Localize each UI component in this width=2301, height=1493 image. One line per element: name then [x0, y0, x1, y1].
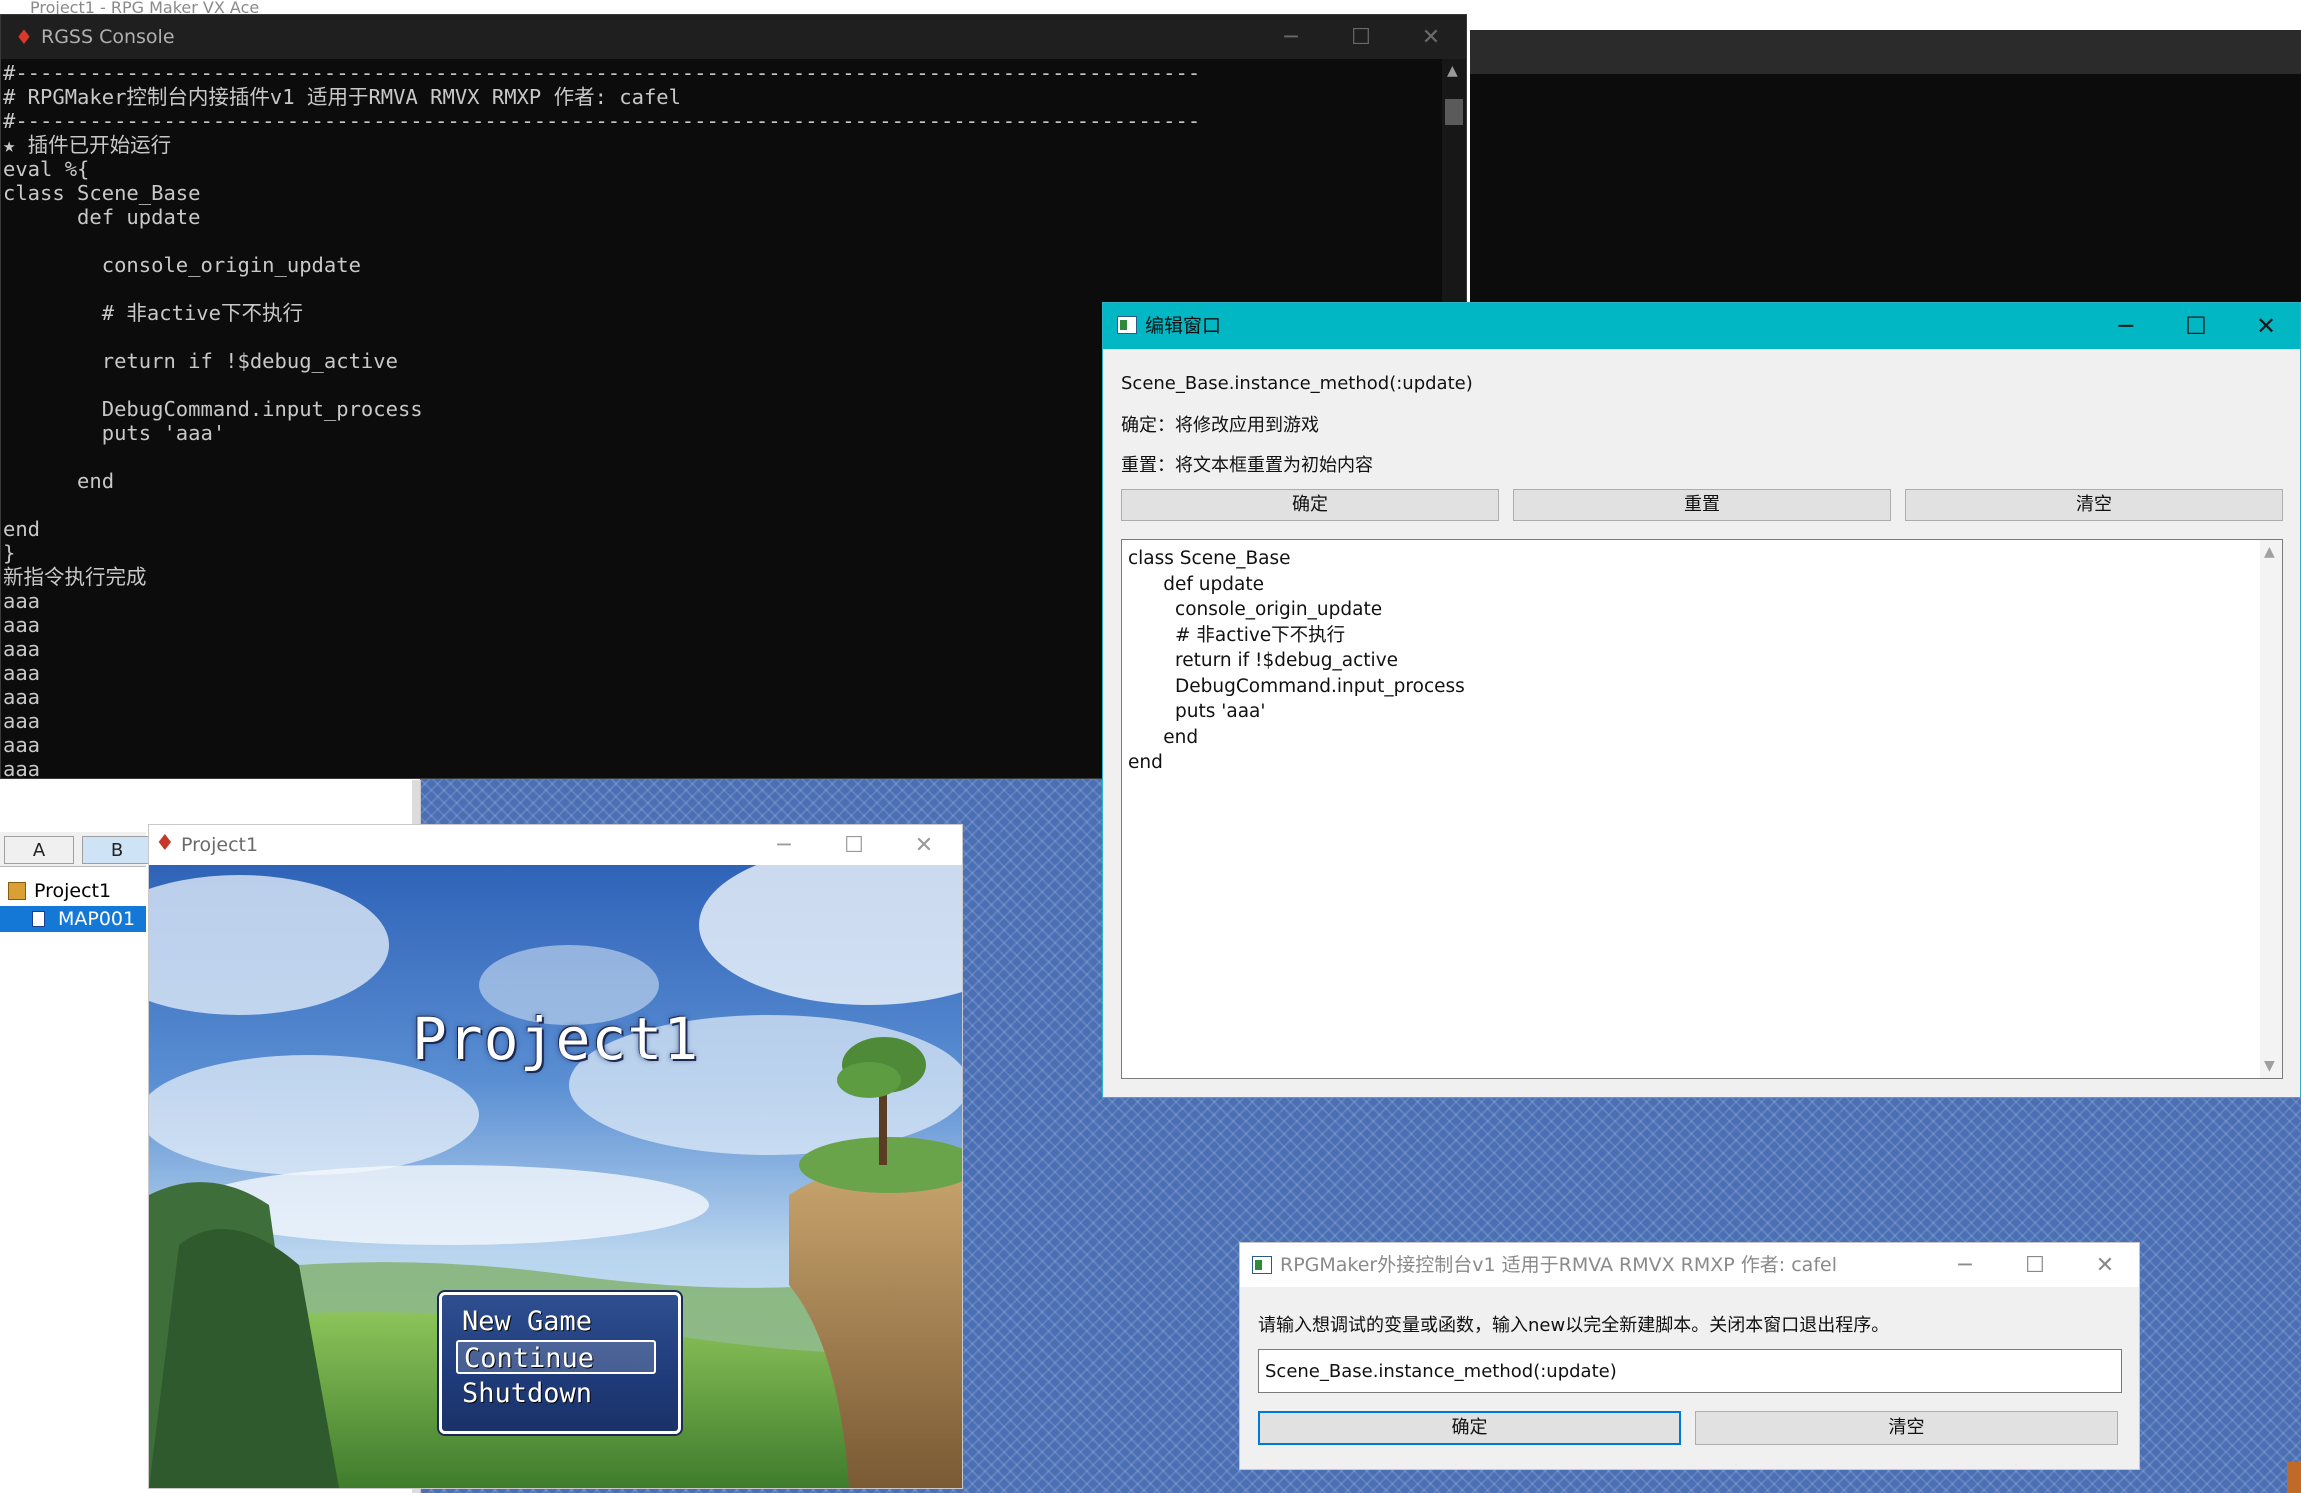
- console-titlebar[interactable]: ♦ RGSS Console ─ ☐ ✕: [1, 15, 1466, 59]
- menu-continue[interactable]: Continue: [456, 1340, 656, 1374]
- edit-window-title: 编辑窗口: [1145, 315, 1222, 337]
- edit-window-titlebar[interactable]: 编辑窗口 ─ ☐ ✕: [1103, 303, 2300, 349]
- maximize-button[interactable]: ☐: [2000, 1243, 2070, 1287]
- console-line: # RPGMaker控制台内接插件v1 适用于RMVA RMVX RMXP 作者…: [3, 85, 681, 109]
- minimize-button[interactable]: ─: [1256, 15, 1326, 59]
- console-line: console_origin_update: [3, 253, 361, 277]
- close-button[interactable]: ✕: [2231, 303, 2301, 349]
- scroll-down-arrow-icon[interactable]: ▼: [2264, 1058, 2275, 1074]
- map-tree: Project1 MAP001: [0, 878, 146, 1493]
- map-page-icon: [32, 911, 45, 927]
- maximize-button[interactable]: ☐: [1326, 15, 1396, 59]
- tileset-tabs: A B: [0, 832, 152, 867]
- menu-new-game[interactable]: New Game: [456, 1305, 656, 1339]
- corner-marker: [2287, 1462, 2301, 1493]
- title-command-menu: New Game Continue Shutdown: [439, 1292, 681, 1434]
- window-app-icon: [1117, 316, 1137, 334]
- confirm-button[interactable]: 确定: [1258, 1411, 1681, 1445]
- close-button[interactable]: ✕: [2070, 1243, 2140, 1287]
- command-prompt-label: 请输入想调试的变量或函数，输入new以完全新建脚本。关闭本窗口退出程序。: [1258, 1315, 1890, 1336]
- menu-shutdown[interactable]: Shutdown: [456, 1377, 656, 1411]
- tab-a[interactable]: A: [4, 836, 74, 864]
- editor-toolbar-band: [1470, 30, 2301, 74]
- close-button[interactable]: ✕: [1396, 15, 1466, 59]
- external-console-window: RPGMaker外接控制台v1 适用于RMVA RMVX RMXP 作者: ca…: [1239, 1242, 2140, 1470]
- clear-button[interactable]: 清空: [1905, 489, 2283, 521]
- code-textarea[interactable]: class Scene_Base def update console_orig…: [1121, 539, 2283, 1079]
- command-input[interactable]: [1258, 1349, 2122, 1393]
- editor-dark-area: [1470, 74, 2301, 302]
- window-app-icon: [1252, 1256, 1272, 1274]
- console-line: class Scene_Base: [3, 181, 201, 205]
- minimize-button[interactable]: ─: [1930, 1243, 2000, 1287]
- minimize-button[interactable]: ─: [2091, 303, 2161, 349]
- project-folder-icon: [8, 882, 26, 900]
- reset-hint: 重置：将文本框重置为初始内容: [1121, 455, 1373, 476]
- maximize-button[interactable]: ☐: [819, 825, 889, 865]
- tree-map-label: MAP001: [58, 908, 136, 930]
- external-console-title: RPGMaker外接控制台v1 适用于RMVA RMVX RMXP 作者: ca…: [1280, 1254, 1837, 1276]
- console-line: #---------------------------------------…: [3, 109, 1201, 133]
- scroll-thumb[interactable]: [1445, 99, 1463, 125]
- scroll-up-arrow-icon[interactable]: ▲: [2264, 544, 2275, 560]
- clear-button[interactable]: 清空: [1695, 1411, 2118, 1445]
- edit-window: 编辑窗口 ─ ☐ ✕ Scene_Base.instance_method(:u…: [1102, 302, 2301, 1098]
- ruby-app-icon: ♦: [15, 25, 33, 49]
- game-window-title: Project1: [181, 834, 259, 856]
- console-line: def update: [3, 205, 201, 229]
- scroll-up-arrow-icon[interactable]: ▲: [1447, 63, 1458, 79]
- game-title-screen[interactable]: Project1 New Game Continue Shutdown: [149, 865, 962, 1488]
- tab-b[interactable]: B: [82, 836, 152, 864]
- console-line: ★ 插件已开始运行: [3, 133, 172, 157]
- code-content[interactable]: class Scene_Base def update console_orig…: [1128, 546, 1465, 776]
- external-console-titlebar[interactable]: RPGMaker外接控制台v1 适用于RMVA RMVX RMXP 作者: ca…: [1240, 1243, 2139, 1287]
- minimize-button[interactable]: ─: [749, 825, 819, 865]
- game-title-logo: Project1: [411, 1005, 700, 1073]
- console-line: eval %{: [3, 157, 90, 181]
- close-button[interactable]: ✕: [889, 825, 959, 865]
- method-label: Scene_Base.instance_method(:update): [1121, 373, 1473, 394]
- code-scrollbar[interactable]: ▲ ▼: [2260, 540, 2282, 1078]
- maximize-button[interactable]: ☐: [2161, 303, 2231, 349]
- game-window: ♦ Project1 ─ ☐ ✕ Project1 New Game Conti…: [148, 824, 963, 1489]
- game-titlebar[interactable]: ♦ Project1 ─ ☐ ✕: [149, 825, 962, 865]
- confirm-hint: 确定：将修改应用到游戏: [1121, 415, 1319, 436]
- confirm-button[interactable]: 确定: [1121, 489, 1499, 521]
- tree-project-label: Project1: [34, 880, 112, 902]
- console-title: RGSS Console: [41, 26, 175, 48]
- tree-item-project[interactable]: Project1: [0, 878, 146, 904]
- console-line: #---------------------------------------…: [3, 61, 1201, 85]
- tree-item-map001[interactable]: MAP001: [0, 906, 146, 932]
- ruby-app-icon: ♦: [155, 831, 175, 856]
- reset-button[interactable]: 重置: [1513, 489, 1891, 521]
